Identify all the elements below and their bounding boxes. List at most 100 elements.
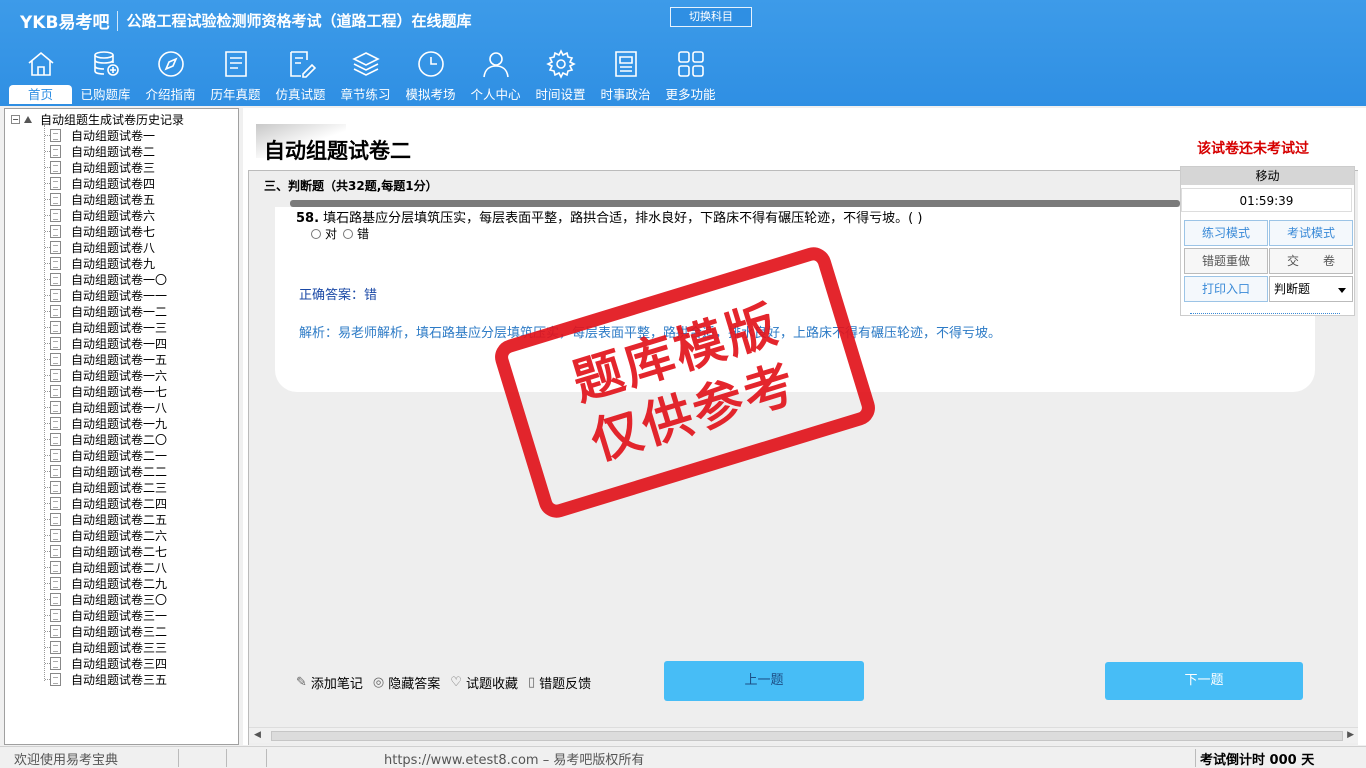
tree-item-label: 自动组题试卷一九 <box>71 416 168 431</box>
tree-item-label: 自动组题试卷二 <box>71 144 156 159</box>
nav-item-edit-doc[interactable]: 仿真试题 <box>268 48 333 104</box>
tree-item[interactable]: 自动组题试卷五 <box>45 191 155 207</box>
document-icon <box>50 384 61 398</box>
tree-item[interactable]: 自动组题试卷三 <box>45 159 155 175</box>
tree-item[interactable]: 自动组题试卷四 <box>45 175 155 191</box>
favorite-tool[interactable]: ♡ 试题收藏 <box>450 673 518 692</box>
tree-item[interactable]: 自动组题试卷三五 <box>45 671 167 687</box>
nav-item-compass[interactable]: 介绍指南 <box>138 48 203 104</box>
prev-question-button[interactable]: 上一题 <box>664 661 864 701</box>
print-button[interactable]: 打印入口 <box>1184 276 1268 302</box>
document-icon <box>50 560 61 574</box>
edit-doc-icon <box>289 51 316 78</box>
action-buttons: 错题重做 交 卷 <box>1184 248 1354 274</box>
nav-item-home[interactable]: 首页 <box>8 48 73 104</box>
nav-item-label: 首页 <box>9 85 72 104</box>
nav-item-database[interactable]: 已购题库 <box>73 48 138 104</box>
clock-icon <box>417 51 444 77</box>
tree-item[interactable]: 自动组题试卷三二 <box>45 623 167 639</box>
redo-wrong-button[interactable]: 错题重做 <box>1184 248 1268 274</box>
print-row: 打印入口 判断题 <box>1184 276 1353 302</box>
tree-item[interactable]: 自动组题试卷一六 <box>45 367 167 383</box>
tree-item-label: 自动组题试卷七 <box>71 224 156 239</box>
tree-item[interactable]: 自动组题试卷二五 <box>45 511 167 527</box>
tree-item[interactable]: 自动组题试卷二九 <box>45 575 167 591</box>
feedback-tool[interactable]: ▯ 错题反馈 <box>528 673 591 692</box>
nav-item-grid[interactable]: 更多功能 <box>658 48 723 104</box>
tree-item[interactable]: 自动组题试卷一九 <box>45 415 167 431</box>
exam-mode-button[interactable]: 考试模式 <box>1269 220 1353 246</box>
horizontal-scrollbar[interactable]: ◀ ▶ <box>249 727 1358 743</box>
nav-item-user[interactable]: 个人中心 <box>463 48 528 104</box>
hide-answer-tool[interactable]: ◎ 隐藏答案 <box>373 673 440 692</box>
document-icon <box>50 320 61 334</box>
add-note-tool[interactable]: ✎ 添加笔记 <box>296 673 363 692</box>
tree-item[interactable]: 自动组题试卷二八 <box>45 559 167 575</box>
tree-item-label: 自动组题试卷二二 <box>71 464 168 479</box>
nav-item-clock[interactable]: 模拟考场 <box>398 48 463 104</box>
nav-item-label: 已购题库 <box>80 87 131 102</box>
option-false-radio[interactable] <box>343 228 354 239</box>
practice-mode-button[interactable]: 练习模式 <box>1184 220 1268 246</box>
tree-item[interactable]: 自动组题试卷三三 <box>45 639 167 655</box>
nav-item-label: 模拟考场 <box>405 87 456 102</box>
brand: YKB易考吧 公路工程试验检测师资格考试（道路工程）在线题库 <box>20 8 471 33</box>
tree-item[interactable]: 自动组题试卷三一 <box>45 607 167 623</box>
heart-icon: ♡ <box>450 675 462 690</box>
option-false-label[interactable]: 错 <box>357 225 369 242</box>
question-scrollbar[interactable] <box>290 200 1180 207</box>
tree-item[interactable]: 自动组题试卷三〇 <box>45 591 167 607</box>
option-true-radio[interactable] <box>311 228 321 239</box>
paper-history-tree[interactable]: − 自动组题生成试卷历史记录 自动组题试卷一 自动组题试卷二 自动组题试卷三 自动组题… <box>4 108 239 745</box>
option-true-label[interactable]: 对 <box>325 225 337 242</box>
document-icon <box>50 208 61 222</box>
tree-item-label: 自动组题试卷二〇 <box>71 432 168 447</box>
tree-item[interactable]: 自动组题试卷二七 <box>45 543 167 559</box>
tree-item[interactable]: 自动组题试卷二二 <box>45 463 167 479</box>
switch-subject-button[interactable]: 切换科目 <box>670 7 752 27</box>
scrollbar-thumb[interactable] <box>271 731 1343 741</box>
tree-root[interactable]: − 自动组题生成试卷历史记录 <box>11 111 184 127</box>
tree-item[interactable]: 自动组题试卷二〇 <box>45 431 167 447</box>
panel-move-handle[interactable]: 移动 <box>1181 167 1354 185</box>
tree-item[interactable]: 自动组题试卷一四 <box>45 335 167 351</box>
tree-item[interactable]: 自动组题试卷一八 <box>45 399 167 415</box>
tree-item[interactable]: 自动组题试卷二一 <box>45 447 167 463</box>
tree-item[interactable]: 自动组题试卷一三 <box>45 319 167 335</box>
scroll-right-icon[interactable]: ▶ <box>1347 730 1354 740</box>
document-icon <box>50 496 61 510</box>
exam-status-note: 该试卷还未考试过 <box>1197 141 1309 157</box>
nav-item-news[interactable]: 时事政治 <box>593 48 658 104</box>
document-icon <box>50 544 61 558</box>
question-number: 58. <box>296 211 320 226</box>
tree-item-label: 自动组题试卷六 <box>71 208 156 223</box>
scroll-left-icon[interactable]: ◀ <box>254 730 261 740</box>
tree-item[interactable]: 自动组题试卷三四 <box>45 655 167 671</box>
tree-item[interactable]: 自动组题试卷一一 <box>45 287 167 303</box>
tree-item[interactable]: 自动组题试卷一七 <box>45 383 167 399</box>
tree-item-label: 自动组题试卷四 <box>71 176 156 191</box>
nav-item-gear[interactable]: 时间设置 <box>528 48 593 104</box>
tree-item[interactable]: 自动组题试卷七 <box>45 223 155 239</box>
tree-item[interactable]: 自动组题试卷二三 <box>45 479 167 495</box>
nav-item-list-doc[interactable]: 历年真题 <box>203 48 268 104</box>
next-question-button[interactable]: 下一题 <box>1105 662 1303 700</box>
tree-item[interactable]: 自动组题试卷二 <box>45 143 155 159</box>
tree-item[interactable]: 自动组题试卷九 <box>45 255 155 271</box>
submit-paper-button[interactable]: 交 卷 <box>1269 248 1353 274</box>
tree-item[interactable]: 自动组题试卷二四 <box>45 495 167 511</box>
question-type-select[interactable]: 判断题 <box>1269 276 1353 302</box>
nav-item-label: 历年真题 <box>210 87 261 102</box>
nav-item-layers[interactable]: 章节练习 <box>333 48 398 104</box>
tree-item[interactable]: 自动组题试卷一〇 <box>45 271 167 287</box>
tree-item[interactable]: 自动组题试卷六 <box>45 207 155 223</box>
collapse-icon[interactable]: − <box>11 114 20 124</box>
tree-item[interactable]: 自动组题试卷二六 <box>45 527 167 543</box>
tree-item[interactable]: 自动组题试卷一五 <box>45 351 167 367</box>
document-icon <box>50 416 61 430</box>
tree-item[interactable]: 自动组题试卷一二 <box>45 303 167 319</box>
tree-item[interactable]: 自动组题试卷一 <box>45 127 155 143</box>
tree-item[interactable]: 自动组题试卷八 <box>45 239 155 255</box>
exam-timer: 01:59:39 <box>1181 188 1352 212</box>
nav-item-label: 仿真试题 <box>275 87 326 102</box>
